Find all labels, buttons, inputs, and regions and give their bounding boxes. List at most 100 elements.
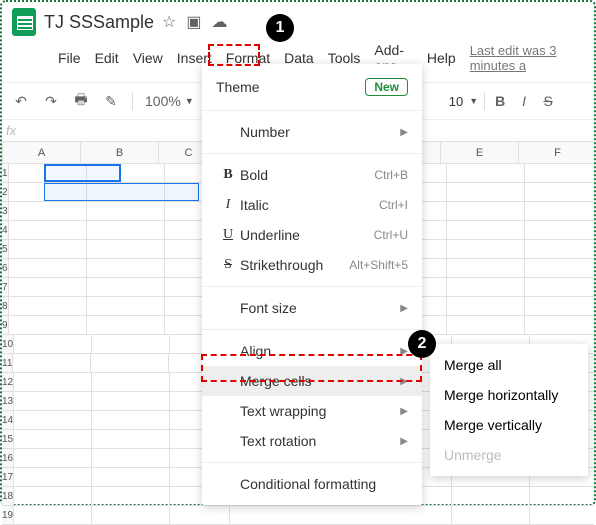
row-header[interactable]: 16: [2, 449, 14, 467]
menu-item-conditional[interactable]: Conditional formatting: [202, 469, 422, 499]
cell[interactable]: [525, 316, 596, 334]
cell[interactable]: [92, 506, 170, 524]
cell[interactable]: [525, 221, 596, 239]
row-header[interactable]: 12: [2, 373, 14, 391]
cell[interactable]: [9, 202, 87, 220]
cell[interactable]: [447, 221, 525, 239]
cell[interactable]: [9, 164, 87, 182]
grid-row[interactable]: 19: [2, 506, 594, 525]
last-edit[interactable]: Last edit was 3 minutes a: [470, 43, 584, 73]
cell[interactable]: [525, 240, 596, 258]
row-header[interactable]: 15: [2, 430, 14, 448]
submenu-merge-all[interactable]: Merge all: [430, 350, 588, 380]
bold-icon[interactable]: B: [491, 93, 509, 109]
cell[interactable]: [447, 259, 525, 277]
undo-icon[interactable]: ↶: [12, 93, 30, 110]
cell[interactable]: [92, 411, 170, 429]
cell[interactable]: [92, 468, 170, 486]
cell[interactable]: [92, 373, 170, 391]
col-header[interactable]: A: [3, 142, 81, 163]
row-header[interactable]: 10: [2, 335, 14, 353]
print-icon[interactable]: 🖶: [72, 89, 90, 113]
cell[interactable]: [92, 430, 170, 448]
col-header[interactable]: B: [81, 142, 159, 163]
cell[interactable]: [230, 506, 452, 524]
menu-item-bold[interactable]: BBoldCtrl+B: [202, 160, 422, 190]
cell[interactable]: [530, 487, 596, 505]
paint-format-icon[interactable]: ✎: [102, 93, 120, 110]
menu-view[interactable]: View: [133, 50, 163, 66]
redo-icon[interactable]: ↷: [42, 93, 60, 110]
cell[interactable]: [447, 278, 525, 296]
row-header[interactable]: 11: [2, 354, 13, 372]
cell[interactable]: [14, 430, 92, 448]
cell[interactable]: [14, 468, 92, 486]
cell[interactable]: [87, 221, 165, 239]
cell[interactable]: [87, 278, 165, 296]
cell[interactable]: [14, 506, 92, 524]
menu-item-strike[interactable]: SStrikethroughAlt+Shift+5: [202, 250, 422, 280]
menu-item-wrap[interactable]: Text wrapping▶: [202, 396, 422, 426]
zoom-select[interactable]: 100% ▼: [145, 93, 194, 109]
menu-item-theme[interactable]: Theme New: [202, 70, 422, 104]
cell[interactable]: [92, 449, 170, 467]
cell[interactable]: [92, 335, 170, 353]
submenu-merge-vertical[interactable]: Merge vertically: [430, 410, 588, 440]
cell[interactable]: [87, 164, 165, 182]
menu-edit[interactable]: Edit: [95, 50, 119, 66]
cell[interactable]: [447, 183, 525, 201]
cell[interactable]: [14, 487, 92, 505]
cell[interactable]: [9, 278, 87, 296]
cell[interactable]: [14, 335, 92, 353]
cell[interactable]: [452, 487, 530, 505]
font-size-caret[interactable]: ▼: [469, 96, 478, 106]
cell[interactable]: [87, 202, 165, 220]
cell[interactable]: [447, 240, 525, 258]
cell[interactable]: [530, 506, 596, 524]
star-icon[interactable]: ☆: [162, 12, 176, 32]
strike-icon[interactable]: S: [539, 93, 557, 109]
cell[interactable]: [87, 259, 165, 277]
cell[interactable]: [170, 506, 230, 524]
row-header[interactable]: 19: [2, 506, 14, 524]
row-header[interactable]: 14: [2, 411, 14, 429]
row-header[interactable]: 18: [2, 487, 14, 505]
cell[interactable]: [9, 221, 87, 239]
italic-icon[interactable]: I: [515, 93, 533, 109]
cell[interactable]: [87, 297, 165, 315]
cell[interactable]: [92, 392, 170, 410]
cell[interactable]: [87, 183, 165, 201]
row-header[interactable]: 17: [2, 468, 14, 486]
cell[interactable]: [14, 449, 92, 467]
menu-item-rotation[interactable]: Text rotation▶: [202, 426, 422, 456]
cell[interactable]: [447, 297, 525, 315]
cell[interactable]: [14, 411, 92, 429]
col-header[interactable]: E: [441, 142, 519, 163]
cell[interactable]: [525, 259, 596, 277]
cell[interactable]: [525, 278, 596, 296]
cell[interactable]: [447, 316, 525, 334]
sheets-icon[interactable]: [12, 8, 36, 36]
menu-item-merge[interactable]: Merge cells▶: [202, 366, 422, 396]
cell[interactable]: [14, 373, 92, 391]
cell[interactable]: [525, 183, 596, 201]
menu-help[interactable]: Help: [427, 50, 456, 66]
row-header[interactable]: 13: [2, 392, 14, 410]
cell[interactable]: [447, 202, 525, 220]
cell[interactable]: [525, 164, 596, 182]
cell[interactable]: [9, 183, 87, 201]
cell[interactable]: [92, 487, 170, 505]
cell[interactable]: [91, 354, 169, 372]
move-icon[interactable]: ▣: [186, 12, 201, 32]
menu-item-align[interactable]: Align▶: [202, 336, 422, 366]
cell[interactable]: [9, 297, 87, 315]
cell[interactable]: [447, 164, 525, 182]
col-header[interactable]: F: [519, 142, 596, 163]
cell[interactable]: [87, 316, 165, 334]
cell[interactable]: [9, 240, 87, 258]
menu-item-italic[interactable]: IItalicCtrl+I: [202, 190, 422, 220]
cloud-icon[interactable]: ☁: [212, 12, 228, 32]
cell[interactable]: [452, 506, 530, 524]
font-size-value[interactable]: 10: [449, 94, 463, 109]
cell[interactable]: [525, 297, 596, 315]
